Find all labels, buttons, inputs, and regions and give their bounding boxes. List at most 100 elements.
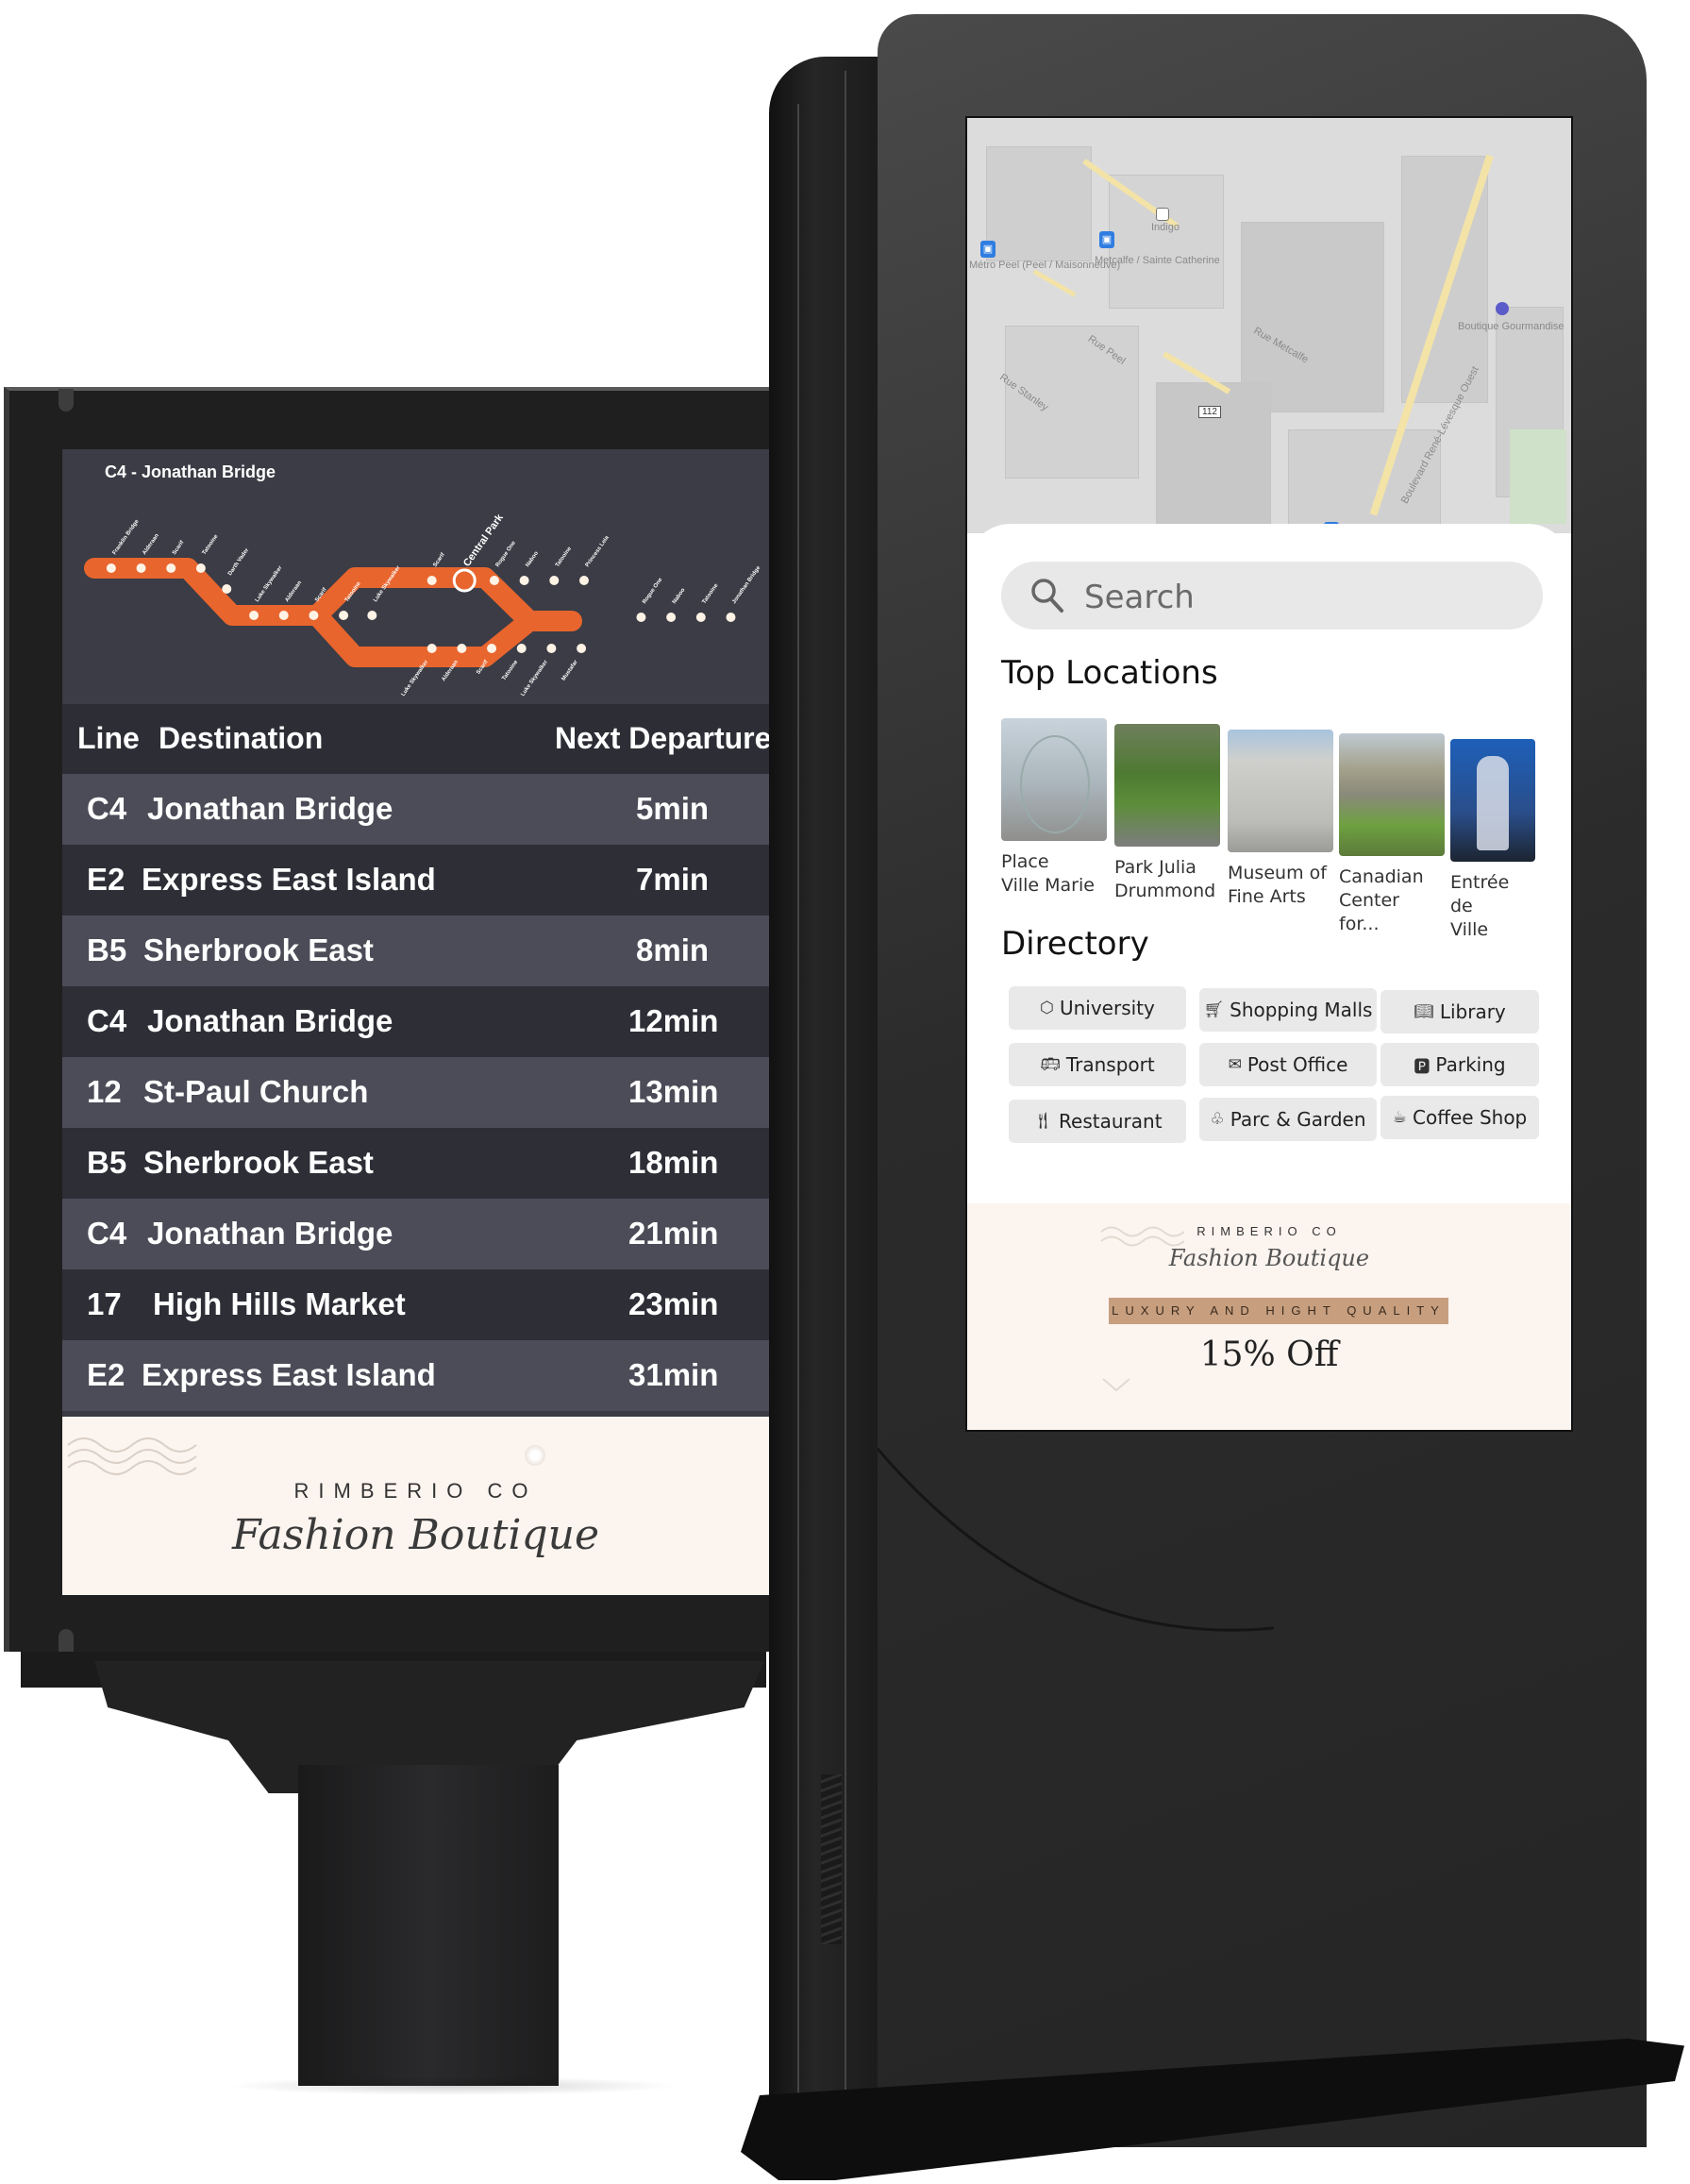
ad-tagline: Fashion Boutique xyxy=(1168,1245,1370,1271)
station-label: Franklin Bridge xyxy=(112,518,142,556)
route-shield: 112 xyxy=(1198,406,1221,418)
departures-table-header: Line Destination Next Departure xyxy=(62,704,769,774)
departure-time: 12min xyxy=(628,1003,719,1038)
route-map: Franklin Bridge Alderaan Scarif Tatooine Dar… xyxy=(62,449,769,704)
departure-time: 13min xyxy=(628,1074,719,1109)
destination: St-Paul Church xyxy=(143,1074,369,1109)
advertisement-banner[interactable]: RIMBERIO CO Fashion Boutique LUXURY AND … xyxy=(967,1203,1571,1430)
shopping-poi-icon[interactable] xyxy=(1496,302,1509,315)
search-placeholder: Search xyxy=(1084,579,1195,616)
location-card-park-julia-drummond[interactable]: Park Julia Drummond xyxy=(1114,724,1220,903)
mail-icon: ✉ xyxy=(1228,1055,1242,1074)
frame-clip xyxy=(59,389,74,412)
map-label: Metcalfe / Sainte Catherine xyxy=(1095,255,1220,266)
coffee-cup-icon: ☕︎ xyxy=(1392,1108,1407,1127)
directory-parc-garden-button[interactable]: ♧ Parc & Garden xyxy=(1199,1098,1377,1141)
station-label: Rogue One xyxy=(642,577,664,605)
column-header-line: Line xyxy=(77,721,140,755)
sparkle-decoration xyxy=(525,1445,545,1466)
station-dot xyxy=(166,563,176,573)
station-dot xyxy=(577,644,587,653)
station-label: Naboo xyxy=(525,550,540,568)
tree-icon: ♧ xyxy=(1210,1110,1225,1129)
location-label: Entrée de Ville xyxy=(1450,872,1510,940)
station-label: Jonathan Bridge xyxy=(731,564,761,605)
store-poi-icon[interactable] xyxy=(1156,208,1169,221)
destination: Sherbrook East xyxy=(143,932,374,967)
line-code: 12 xyxy=(87,1074,122,1109)
column-header-next-departure: Next Departure xyxy=(555,721,769,755)
map-label: Boutique Gourmandise xyxy=(1458,321,1565,332)
station-dot xyxy=(278,611,289,620)
location-label: Park Julia Drummond xyxy=(1114,857,1216,901)
departure-board-screen: Franklin Bridge Alderaan Scarif Tatooine Dar… xyxy=(62,449,769,1595)
station-label: Alderaan xyxy=(142,532,160,556)
station-dot xyxy=(487,644,497,653)
current-station-marker xyxy=(452,568,477,593)
departure-time: 8min xyxy=(636,932,710,967)
fork-knife-icon: 🍴︎ xyxy=(1032,1112,1054,1131)
location-image xyxy=(1114,724,1220,847)
location-label: Place Ville Marie xyxy=(1001,851,1095,896)
station-label: Darth Vader xyxy=(227,547,251,578)
bus-stop-icon[interactable]: ▣ xyxy=(980,241,996,258)
shopping-cart-icon: 🛒︎ xyxy=(1203,1000,1225,1019)
station-dot xyxy=(136,563,146,573)
board-stand-post xyxy=(298,1765,559,2086)
location-card-museum-of-fine-arts[interactable]: Museum of Fine Arts xyxy=(1228,730,1333,909)
location-card-place-ville-marie[interactable]: Place Ville Marie xyxy=(1001,718,1107,898)
route-title: C4 - Jonathan Bridge xyxy=(105,462,276,481)
station-dot xyxy=(427,644,437,653)
destination: Express East Island xyxy=(142,862,436,897)
location-card-entree-de-ville[interactable]: Entrée de Ville xyxy=(1450,739,1535,942)
ad-brand-name: RIMBERIO CO xyxy=(293,1479,538,1503)
directory-parking-button[interactable]: 🅿︎ Parking xyxy=(1380,1043,1539,1086)
directory-coffee-shop-button[interactable]: ☕︎ Coffee Shop xyxy=(1380,1096,1539,1139)
station-label: Tatooine xyxy=(501,659,519,681)
station-label: Scarif xyxy=(172,539,186,556)
info-panel: Search Top Locations Place Ville Marie Pa… xyxy=(967,524,1571,1203)
location-image xyxy=(1339,733,1445,856)
location-label: Museum of Fine Arts xyxy=(1228,863,1327,907)
ad-brand-name: RIMBERIO CO xyxy=(1196,1224,1342,1238)
top-locations-title: Top Locations xyxy=(1001,654,1218,692)
station-dot xyxy=(636,613,646,622)
station-dot xyxy=(106,563,116,573)
line-code: C4 xyxy=(87,1003,127,1038)
station-label: Scarif xyxy=(432,551,446,568)
park-area xyxy=(1510,429,1566,524)
station-dot xyxy=(695,613,706,622)
book-icon: 📖︎ xyxy=(1414,1002,1434,1021)
button-label: Post Office xyxy=(1247,1053,1348,1076)
column-header-destination: Destination xyxy=(159,721,324,755)
station-label: Tatooine xyxy=(202,533,220,556)
button-label: Parking xyxy=(1435,1053,1506,1076)
directory-transport-button[interactable]: 🚌︎ Transport xyxy=(1009,1043,1186,1086)
station-dot xyxy=(546,644,557,653)
departure-time: 7min xyxy=(636,862,710,897)
directory-university-button[interactable]: ⬡ University xyxy=(1009,986,1186,1030)
station-dot xyxy=(309,611,319,620)
station-label: Princess Leia xyxy=(585,534,611,568)
directory-shopping-malls-button[interactable]: 🛒︎ Shopping Malls xyxy=(1199,988,1377,1032)
bus-stop-icon[interactable]: ▣ xyxy=(1099,231,1114,248)
search-input[interactable]: Search xyxy=(1001,562,1543,630)
directory-library-button[interactable]: 📖︎ Library xyxy=(1380,990,1539,1033)
departure-row: C4 Jonathan Bridge 5min xyxy=(62,774,769,845)
station-label: Rogue One xyxy=(495,540,518,568)
departure-row: C4 Jonathan Bridge 21min xyxy=(62,1199,769,1269)
departure-time: 31min xyxy=(628,1357,719,1392)
ad-tagline: Fashion Boutique xyxy=(231,1511,600,1559)
destination: Sherbrook East xyxy=(143,1145,374,1180)
floor-shadow xyxy=(226,2076,679,2095)
station-label: Tatooine xyxy=(702,582,720,605)
button-label: Coffee Shop xyxy=(1413,1106,1528,1129)
parking-icon: 🅿︎ xyxy=(1414,1057,1431,1077)
map-view[interactable]: ▣ ▣ ▣ Métro Peel (Peel / Maisonneuve) Me… xyxy=(967,118,1571,533)
station-dot xyxy=(726,613,736,622)
station-dot xyxy=(519,576,529,585)
line-code: B5 xyxy=(87,1145,127,1180)
location-card-canadian-center[interactable]: Canadian Center for... xyxy=(1339,733,1445,936)
directory-post-office-button[interactable]: ✉ Post Office xyxy=(1199,1043,1377,1086)
directory-restaurant-button[interactable]: 🍴︎ Restaurant xyxy=(1009,1100,1186,1143)
